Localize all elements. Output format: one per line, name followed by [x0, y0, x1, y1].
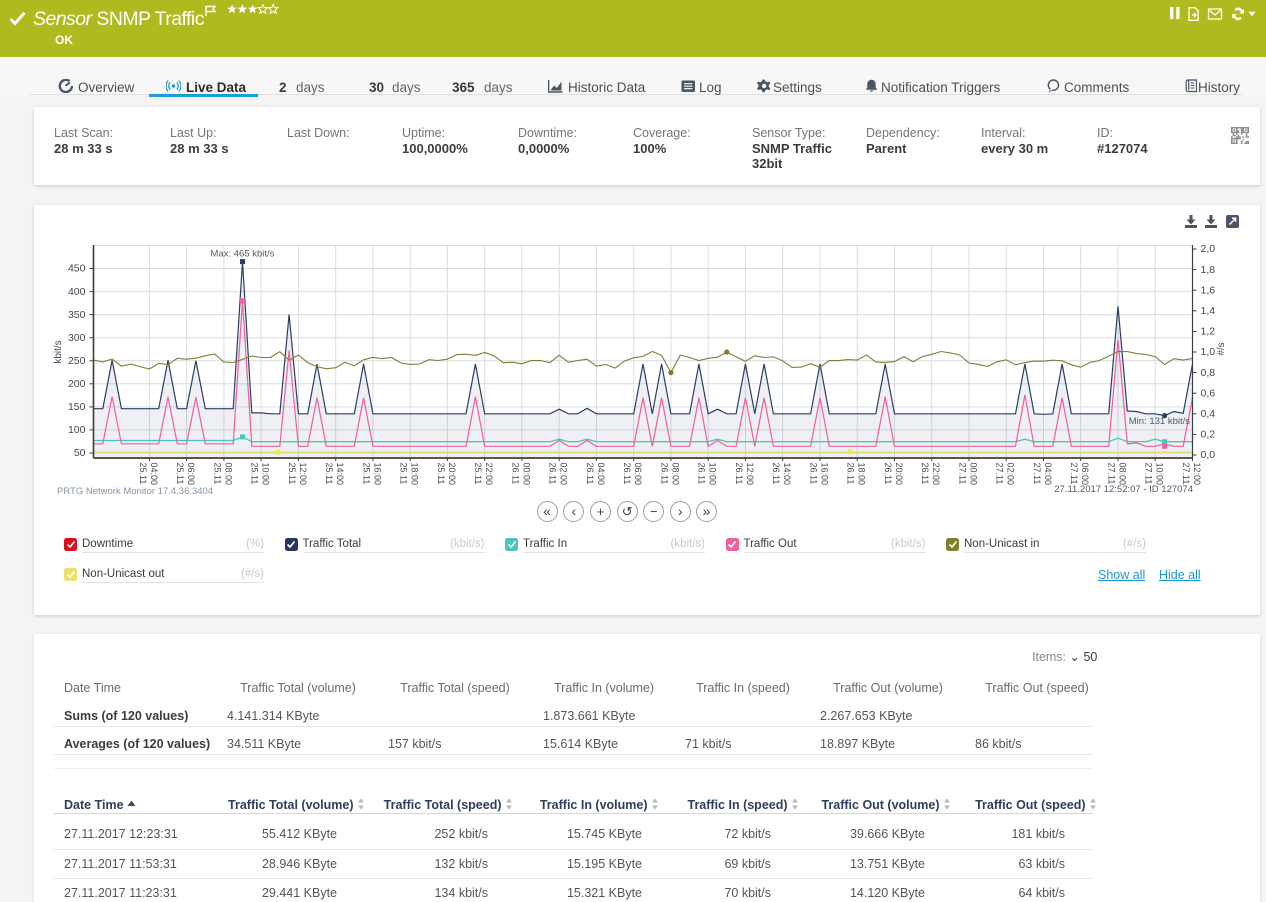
- svg-text:16:00: 16:00: [820, 463, 830, 486]
- svg-text:25.11: 25.11: [436, 463, 446, 485]
- svg-text:27.11: 27.11: [1032, 463, 1042, 485]
- svg-text:0,6: 0,6: [1201, 387, 1216, 399]
- svg-text:04:00: 04:00: [596, 463, 606, 486]
- svg-text:20:00: 20:00: [894, 463, 904, 486]
- svg-text:18:00: 18:00: [410, 463, 420, 486]
- svg-text:04:00: 04:00: [1043, 463, 1053, 486]
- svg-text:06:00: 06:00: [633, 463, 643, 486]
- svg-text:26.11: 26.11: [697, 463, 707, 485]
- svg-text:12:00: 12:00: [745, 463, 755, 486]
- svg-text:300: 300: [68, 332, 86, 344]
- svg-text:25.11: 25.11: [287, 463, 297, 485]
- svg-text:27.11: 27.11: [1107, 463, 1117, 485]
- svg-text:1,8: 1,8: [1201, 264, 1216, 276]
- svg-text:27.11: 27.11: [958, 463, 968, 485]
- svg-text:Max: 465 kbit/s: Max: 465 kbit/s: [211, 249, 275, 260]
- svg-text:18:00: 18:00: [857, 463, 867, 486]
- svg-text:150: 150: [68, 401, 86, 413]
- svg-text:100: 100: [68, 424, 86, 436]
- svg-text:25.11: 25.11: [361, 463, 371, 485]
- svg-text:26.11: 26.11: [846, 463, 856, 485]
- svg-text:27.11: 27.11: [1144, 463, 1154, 485]
- svg-text:1,6: 1,6: [1201, 284, 1216, 296]
- svg-text:350: 350: [68, 309, 86, 321]
- svg-text:50: 50: [74, 447, 86, 459]
- svg-text:20:00: 20:00: [447, 463, 457, 486]
- svg-text:#/s: #/s: [1216, 342, 1227, 355]
- svg-text:26.11: 26.11: [548, 463, 558, 485]
- svg-text:16:00: 16:00: [372, 463, 382, 486]
- svg-text:14:00: 14:00: [335, 463, 345, 486]
- svg-text:25.11: 25.11: [324, 463, 334, 485]
- svg-text:1,0: 1,0: [1201, 346, 1216, 358]
- svg-text:26.11: 26.11: [659, 463, 669, 485]
- svg-text:Min: 131 kbit/s: Min: 131 kbit/s: [1129, 416, 1190, 427]
- svg-text:0,0: 0,0: [1201, 449, 1216, 461]
- svg-text:25.11: 25.11: [212, 463, 222, 485]
- svg-text:12:00: 12:00: [1192, 463, 1202, 486]
- svg-text:26.11: 26.11: [510, 463, 520, 485]
- svg-text:27.11.2017 12:52:07 - ID 12707: 27.11.2017 12:52:07 - ID 127074: [1054, 484, 1193, 495]
- svg-text:04:00: 04:00: [149, 463, 159, 486]
- svg-text:26.11: 26.11: [771, 463, 781, 485]
- svg-text:22:00: 22:00: [484, 463, 494, 486]
- svg-text:06:00: 06:00: [1080, 463, 1090, 486]
- svg-text:12:00: 12:00: [298, 463, 308, 486]
- svg-text:26.11: 26.11: [734, 463, 744, 485]
- svg-text:26.11: 26.11: [920, 463, 930, 485]
- svg-text:26.11: 26.11: [622, 463, 632, 485]
- svg-text:02:00: 02:00: [1006, 463, 1016, 486]
- svg-text:10:00: 10:00: [708, 463, 718, 486]
- svg-text:27.11: 27.11: [1181, 463, 1191, 485]
- svg-text:25.11: 25.11: [138, 463, 148, 485]
- svg-text:400: 400: [68, 286, 86, 298]
- svg-text:26.11: 26.11: [585, 463, 595, 485]
- svg-text:14:00: 14:00: [782, 463, 792, 486]
- svg-text:1,2: 1,2: [1201, 326, 1216, 338]
- svg-text:10:00: 10:00: [261, 463, 271, 486]
- svg-text:25.11: 25.11: [473, 463, 483, 485]
- svg-text:kbit/s: kbit/s: [53, 340, 64, 363]
- svg-text:27.11: 27.11: [995, 463, 1005, 485]
- svg-text:25.11: 25.11: [175, 463, 185, 485]
- svg-text:06:00: 06:00: [186, 463, 196, 486]
- svg-text:25.11: 25.11: [399, 463, 409, 485]
- svg-text:02:00: 02:00: [559, 463, 569, 486]
- svg-text:0,8: 0,8: [1201, 367, 1216, 379]
- svg-text:450: 450: [68, 263, 86, 275]
- svg-text:200: 200: [68, 378, 86, 390]
- svg-text:08:00: 08:00: [1118, 463, 1128, 486]
- svg-text:1,4: 1,4: [1201, 305, 1216, 317]
- svg-text:PRTG Network Monitor 17.4.36.3: PRTG Network Monitor 17.4.36.3404: [57, 486, 213, 497]
- svg-text:0,2: 0,2: [1201, 429, 1216, 441]
- svg-text:26.11: 26.11: [809, 463, 819, 485]
- svg-text:08:00: 08:00: [670, 463, 680, 486]
- svg-text:27.11: 27.11: [1069, 463, 1079, 485]
- svg-text:2,0: 2,0: [1201, 243, 1216, 255]
- svg-text:00:00: 00:00: [521, 463, 531, 486]
- svg-text:10:00: 10:00: [1155, 463, 1165, 486]
- svg-text:26.11: 26.11: [883, 463, 893, 485]
- svg-text:0,4: 0,4: [1201, 408, 1216, 420]
- svg-text:22:00: 22:00: [931, 463, 941, 486]
- svg-text:08:00: 08:00: [223, 463, 233, 486]
- svg-text:00:00: 00:00: [969, 463, 979, 486]
- svg-text:25.11: 25.11: [250, 463, 260, 485]
- svg-text:250: 250: [68, 355, 86, 367]
